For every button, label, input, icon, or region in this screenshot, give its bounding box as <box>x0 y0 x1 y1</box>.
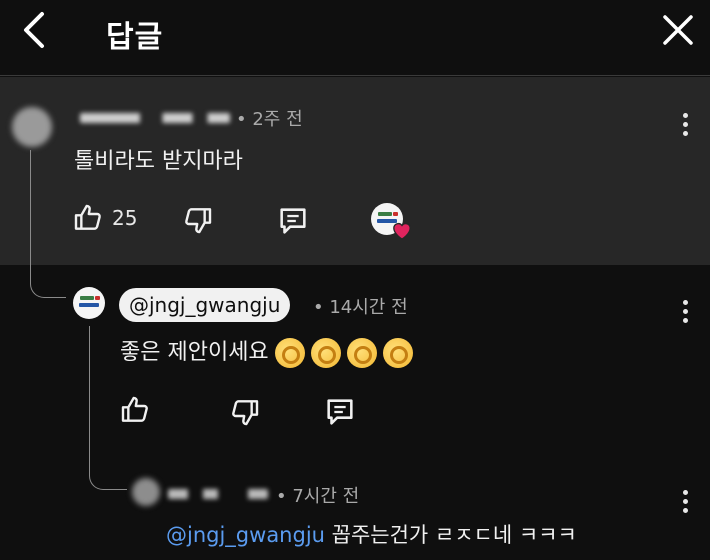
mention-link[interactable]: @jngj_gwangju <box>166 523 325 547</box>
thumbs-up-icon[interactable] <box>72 202 104 234</box>
more-button[interactable] <box>681 113 689 141</box>
channel-handle[interactable]: @jngj_gwangju <box>119 288 291 322</box>
like-count: 25 <box>112 206 138 230</box>
reply-text: 좋은 제안이세요 <box>120 334 413 368</box>
close-button[interactable] <box>660 12 696 48</box>
reply-time: • 7시간 전 <box>276 486 360 507</box>
heart-icon <box>393 223 411 240</box>
comment-icon[interactable] <box>276 204 310 238</box>
thread-connector <box>30 150 66 298</box>
reply-text-body: 꼽주는건가 ㄹㅈㄷ네 ㅋㅋㅋ <box>324 523 577 547</box>
more-button[interactable] <box>681 490 689 518</box>
thumbs-down-icon[interactable] <box>182 204 214 236</box>
more-vertical-icon <box>682 300 688 305</box>
back-button[interactable] <box>18 10 54 50</box>
comment-icon[interactable] <box>323 395 357 429</box>
ok-hand-emoji <box>346 338 377 368</box>
ok-hand-emoji <box>310 338 341 368</box>
chevron-left-icon <box>24 12 44 48</box>
reply-text: @jngj_gwangju 꼽주는건가 ㄹㅈㄷ네 ㅋㅋㅋ <box>166 519 577 549</box>
thumbs-down-icon[interactable] <box>229 396 261 428</box>
more-button[interactable] <box>681 300 689 328</box>
header: 답글 <box>0 0 710 76</box>
comment-text: 톨비라도 받지마라 <box>74 149 243 174</box>
close-icon <box>663 15 693 45</box>
author-name[interactable] <box>168 489 268 499</box>
thumbs-up-icon[interactable] <box>119 394 151 426</box>
top-comment: • 2주 전 톨비라도 받지마라 25 <box>0 77 710 265</box>
ok-hand-emoji <box>382 338 413 368</box>
page-title: 답글 <box>106 20 164 55</box>
ok-hand-emoji <box>274 338 305 368</box>
avatar[interactable] <box>132 478 160 506</box>
more-vertical-icon <box>682 490 688 495</box>
avatar[interactable] <box>73 287 105 319</box>
avatar[interactable] <box>12 107 52 147</box>
reply-text-body: 좋은 제안이세요 <box>120 340 269 365</box>
more-vertical-icon <box>682 113 688 118</box>
author-name[interactable] <box>80 113 230 123</box>
comment-time: • 2주 전 <box>236 109 303 130</box>
reply-time: • 14시간 전 <box>313 297 408 318</box>
